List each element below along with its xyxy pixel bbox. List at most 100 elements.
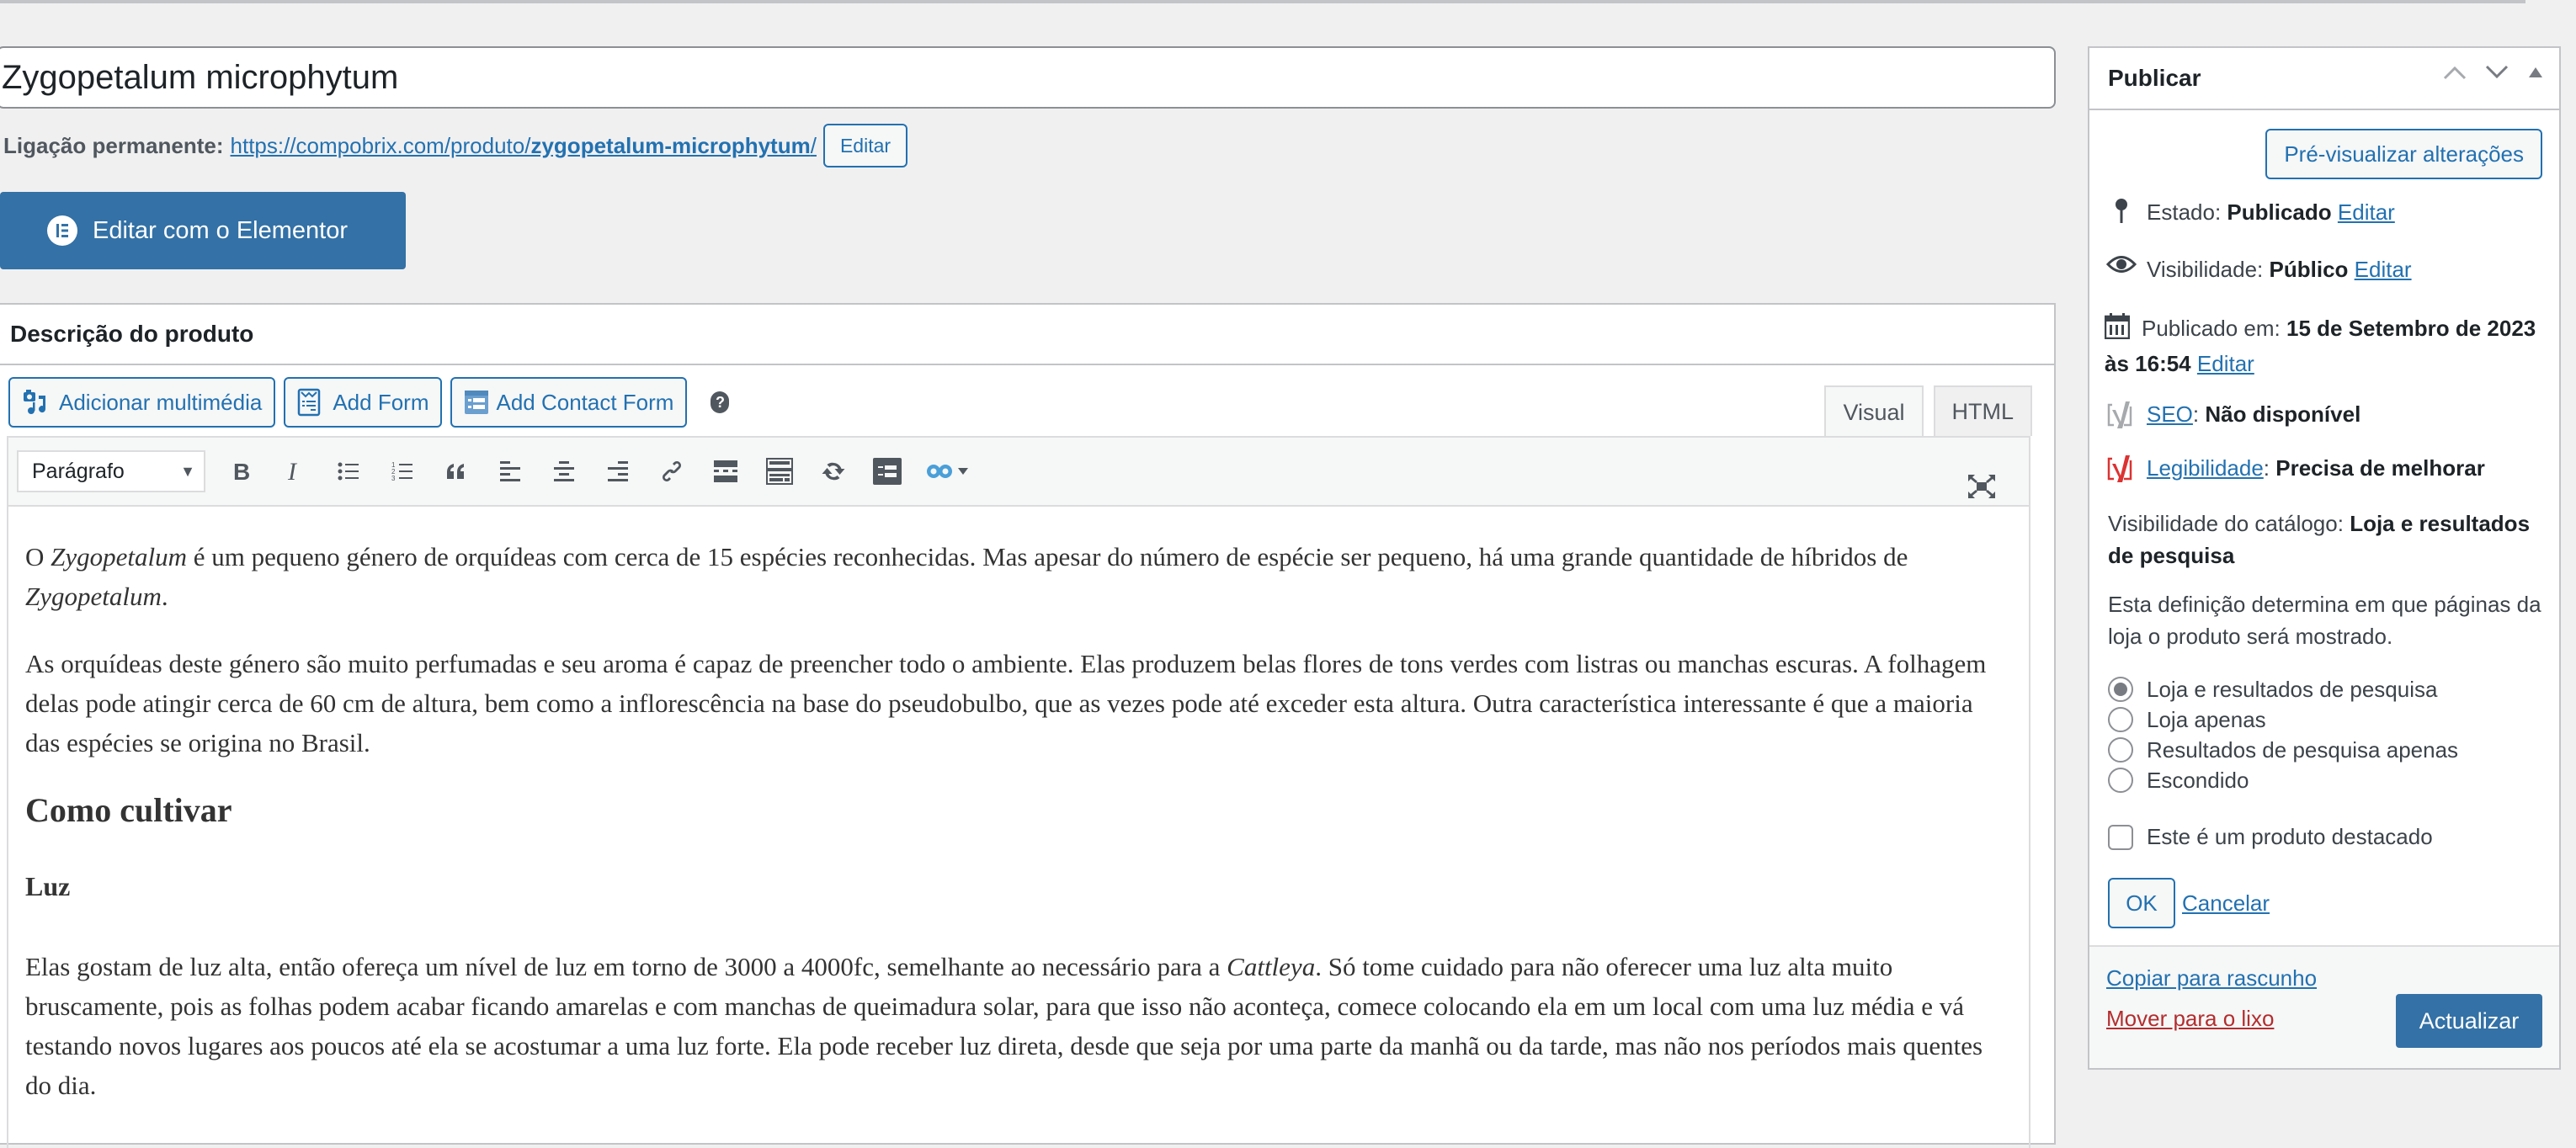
bulleted-list-icon (338, 462, 359, 481)
add-contact-form-button[interactable]: Add Contact Form (450, 377, 688, 428)
move-down-icon[interactable] (2485, 65, 2509, 80)
cancel-link[interactable]: Cancelar (2182, 890, 2270, 917)
italic-button[interactable]: I (268, 444, 322, 498)
catalog-option[interactable]: Escondido (2108, 765, 2458, 795)
edit-permalink-button[interactable]: Editar (822, 124, 908, 167)
editor-toolbar: Parágrafo ▼ B I 123 (8, 438, 2029, 507)
edit-status-link[interactable]: Editar (2338, 199, 2395, 225)
top-divider (0, 0, 2525, 3)
catalog-option-label: Escondido (2147, 767, 2249, 793)
form-insert-icon (873, 458, 902, 485)
format-select-value: Parágrafo (32, 459, 125, 483)
radio-button[interactable] (2108, 768, 2133, 793)
status-label: Estado: (2147, 199, 2222, 225)
permalink-row: Ligação permanente: https://compobrix.co… (3, 124, 908, 167)
published-label: Publicado em: (2142, 316, 2281, 341)
blockquote-button[interactable] (429, 444, 483, 498)
add-form-label: Add Form (333, 389, 429, 415)
bold-button[interactable]: B (214, 444, 268, 498)
radio-button[interactable] (2108, 677, 2133, 702)
edit-visibility-link[interactable]: Editar (2355, 257, 2412, 282)
catalog-help-text: Esta definição determina em que páginas … (2108, 592, 2541, 649)
chevron-down-icon: ▼ (180, 462, 195, 480)
radio-button[interactable] (2108, 737, 2133, 763)
editor-tabs: Visual HTML (1824, 385, 2032, 438)
add-media-button[interactable]: Adicionar multimédia (8, 377, 276, 428)
status-value: Publicado (2227, 199, 2332, 225)
add-form-button[interactable]: Add Form (284, 377, 443, 428)
refresh-button[interactable] (806, 444, 860, 498)
content-paragraph: Elas gostam de luz alta, então ofereça u… (25, 947, 2012, 1105)
bulleted-list-button[interactable] (322, 444, 375, 498)
copy-to-draft-link[interactable]: Copiar para rascunho (2106, 965, 2317, 991)
product-description-box: Descrição do produto Adicionar multimédi… (0, 303, 2056, 1148)
toolbar-toggle-button[interactable] (753, 444, 806, 498)
tab-visual[interactable]: Visual (1824, 385, 1924, 438)
italic-text: Zygopetalum (51, 542, 188, 571)
svg-text:I: I (287, 460, 298, 482)
edit-published-date-link[interactable]: Editar (2197, 351, 2254, 376)
format-select[interactable]: Parágrafo ▼ (17, 450, 205, 492)
align-center-icon (554, 461, 574, 481)
collapse-toggle-icon[interactable] (2527, 66, 2544, 79)
seo-link[interactable]: SEO (2147, 401, 2193, 427)
svg-text:B: B (233, 460, 250, 482)
italic-text: Cattleya (1227, 952, 1316, 981)
form-insert-button[interactable] (860, 444, 914, 498)
pin-icon (2105, 196, 2138, 225)
catalog-option[interactable]: Loja e resultados de pesquisa (2108, 674, 2458, 704)
permalink-slug: zygopetalum-microphytum (530, 132, 811, 158)
preview-changes-button[interactable]: Pré-visualizar alterações (2265, 129, 2542, 179)
product-title-input[interactable]: Zygopetalum microphytum (0, 46, 2056, 109)
publish-box-header: Publicar (2089, 48, 2559, 110)
numbered-list-button[interactable]: 123 (375, 444, 429, 498)
align-right-button[interactable] (591, 444, 645, 498)
tab-html[interactable]: HTML (1933, 385, 2032, 436)
blockquote-icon (447, 464, 464, 479)
editor: Parágrafo ▼ B I 123 O Zygopetalum é um p… (7, 436, 2030, 1148)
catalog-option-label: Loja apenas (2147, 706, 2266, 732)
numbered-list-icon: 123 (391, 461, 412, 482)
align-left-button[interactable] (483, 444, 537, 498)
seo-value: Não disponível (2205, 401, 2361, 427)
publish-title: Publicar (2108, 65, 2201, 91)
form-icon (297, 388, 321, 417)
read-more-button[interactable] (699, 444, 753, 498)
featured-product-row[interactable]: Este é um produto destacado (2108, 824, 2433, 850)
visibility-row: Visibilidade: Público Editar (2105, 253, 2542, 285)
edit-with-elementor-button[interactable]: Editar com o Elementor (0, 192, 406, 269)
move-up-icon[interactable] (2443, 65, 2467, 80)
permalink-label: Ligação permanente: (3, 132, 224, 158)
readability-value: Precisa de melhorar (2275, 455, 2485, 481)
bold-icon: B (233, 460, 250, 482)
help-icon[interactable]: ? (711, 391, 730, 413)
yoast-seo-icon (2105, 398, 2138, 430)
read-more-icon (714, 460, 737, 482)
catalog-option[interactable]: Resultados de pesquisa apenas (2108, 735, 2458, 765)
permalink-link[interactable]: https://compobrix.com/produto/zygopetalu… (231, 133, 817, 159)
catalog-option-label: Resultados de pesquisa apenas (2147, 736, 2459, 763)
ok-button[interactable]: OK (2108, 878, 2175, 928)
fullscreen-button[interactable] (1955, 460, 2009, 513)
contact-form-icon (464, 390, 489, 415)
featured-checkbox[interactable] (2108, 824, 2133, 850)
published-date-text: Publicado em: 15 de Setembro de 2023 às … (2104, 311, 2542, 380)
italic-icon: I (287, 460, 298, 482)
editor-content[interactable]: O Zygopetalum é um pequeno género de orq… (8, 507, 2029, 1105)
align-center-button[interactable] (537, 444, 591, 498)
infinity-plugin-button[interactable] (914, 444, 982, 498)
readability-link[interactable]: Legibilidade (2147, 455, 2264, 481)
published-date-row: Publicado em: 15 de Setembro de 2023 às … (2104, 311, 2542, 380)
calendar-icon (2104, 311, 2131, 348)
media-buttons: Adicionar multimédia Add Form Add Contac… (8, 377, 730, 428)
text-run: Elas gostam de luz alta, então ofereça u… (25, 952, 1227, 981)
insert-link-button[interactable] (645, 444, 699, 498)
content-heading: Como cultivar (25, 791, 232, 829)
catalog-actions: OK Cancelar (2108, 878, 2270, 928)
move-to-trash-link[interactable]: Mover para o lixo (2106, 1006, 2274, 1032)
radio-button[interactable] (2108, 707, 2133, 732)
text-run: . (161, 582, 168, 611)
catalog-option[interactable]: Loja apenas (2108, 704, 2458, 735)
seo-row: SEO: Não disponível (2105, 398, 2542, 430)
update-button[interactable]: Actualizar (2396, 994, 2542, 1048)
